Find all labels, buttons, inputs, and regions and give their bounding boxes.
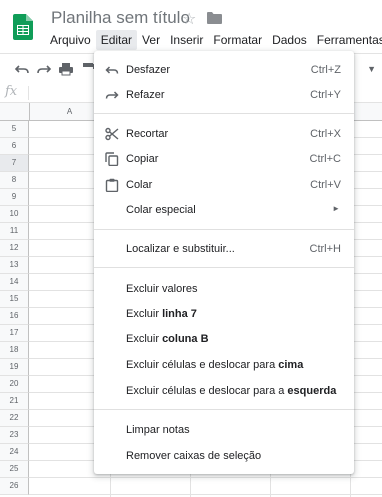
redo-icon[interactable]: [36, 61, 52, 77]
clipboard-icon: [105, 178, 119, 192]
label-bold: coluna B: [162, 333, 209, 345]
menu-item-remover-caixas[interactable]: Remover caixas de seleção: [94, 444, 354, 468]
label-prefix: Excluir células e deslocar para: [126, 359, 279, 371]
menu-item-shortcut: Ctrl+Y: [310, 89, 341, 101]
menu-item-label: Excluir linha 7: [126, 308, 197, 320]
menu-separator: [94, 113, 354, 114]
row-header[interactable]: 12: [0, 240, 29, 257]
label-bold: linha 7: [162, 308, 197, 320]
menu-item-desfazer[interactable]: Desfazer Ctrl+Z: [94, 58, 354, 82]
formula-separator: [28, 86, 29, 100]
menu-item-shortcut: Ctrl+V: [310, 179, 341, 191]
submenu-arrow-icon: ►: [332, 204, 340, 213]
undo-icon: [105, 66, 119, 74]
row-header[interactable]: 9: [0, 189, 29, 206]
label-bold: esquerda: [287, 385, 337, 397]
menu-editar[interactable]: Editar: [95, 30, 138, 50]
menu-item-excluir-deslocar-esquerda[interactable]: Excluir células e deslocar para a esquer…: [94, 379, 354, 403]
menu-item-refazer[interactable]: Refazer Ctrl+Y: [94, 83, 354, 107]
label-prefix: Excluir: [126, 333, 163, 345]
row-header[interactable]: 17: [0, 325, 29, 342]
redo-icon: [105, 91, 119, 99]
menu-item-localizar-substituir[interactable]: Localizar e substituir... Ctrl+H: [94, 237, 354, 261]
fx-icon: fx: [5, 84, 18, 99]
row-gridline: [29, 494, 382, 495]
menu-item-colar[interactable]: Colar Ctrl+V: [94, 173, 354, 197]
menu-item-label: Excluir células e deslocar para a esquer…: [126, 385, 336, 397]
row-header[interactable]: 24: [0, 444, 29, 461]
row-header[interactable]: 25: [0, 461, 29, 478]
menu-item-label: Limpar notas: [126, 424, 190, 436]
select-all-corner[interactable]: [0, 103, 30, 120]
row-header[interactable]: 23: [0, 427, 29, 444]
row-header[interactable]: 6: [0, 138, 29, 155]
menu-item-label: Colar especial: [126, 204, 196, 216]
menu-item-label: Recortar: [126, 128, 169, 140]
row-header[interactable]: 10: [0, 206, 29, 223]
row-header[interactable]: 14: [0, 274, 29, 291]
menu-item-shortcut: Ctrl+H: [309, 243, 341, 255]
row-header[interactable]: 19: [0, 359, 29, 376]
menu-item-excluir-coluna[interactable]: Excluir coluna B: [94, 327, 354, 351]
menu-item-shortcut: Ctrl+C: [309, 153, 341, 165]
menu-bar: Arquivo Editar Ver Inserir Formatar Dado…: [45, 30, 382, 50]
menu-item-excluir-valores[interactable]: Excluir valores: [94, 277, 354, 301]
menu-separator: [94, 229, 354, 230]
menu-item-label: Remover caixas de seleção: [126, 450, 262, 462]
document-title[interactable]: Planilha sem título: [51, 8, 190, 28]
label-prefix: Excluir células e deslocar para a: [126, 385, 288, 397]
menu-inserir[interactable]: Inserir: [165, 30, 208, 50]
row-header[interactable]: 13: [0, 257, 29, 274]
menu-item-label: Excluir valores: [126, 283, 198, 295]
menu-item-label: Refazer: [126, 89, 165, 101]
row-header[interactable]: 26: [0, 478, 29, 495]
label-prefix: Excluir: [126, 308, 163, 320]
row-header[interactable]: 21: [0, 393, 29, 410]
edit-menu-dropdown: Desfazer Ctrl+Z Refazer Ctrl+Y Recortar …: [94, 51, 354, 474]
row-header[interactable]: 7: [0, 155, 29, 172]
menu-item-excluir-deslocar-cima[interactable]: Excluir células e deslocar para cima: [94, 353, 354, 377]
print-icon[interactable]: [58, 61, 74, 77]
menu-item-label: Colar: [126, 179, 153, 191]
row-header[interactable]: 15: [0, 291, 29, 308]
row-header[interactable]: 11: [0, 223, 29, 240]
menu-item-colar-especial[interactable]: Colar especial ►: [94, 198, 354, 222]
row-header[interactable]: 18: [0, 342, 29, 359]
label-bold: cima: [278, 359, 304, 371]
menu-item-excluir-linha[interactable]: Excluir linha 7: [94, 302, 354, 326]
menu-ver[interactable]: Ver: [137, 30, 165, 50]
menu-item-shortcut: Ctrl+Z: [310, 64, 341, 76]
menu-item-limpar-notas[interactable]: Limpar notas: [94, 418, 354, 442]
menu-ferramentas[interactable]: Ferramentas: [312, 30, 382, 50]
row-header[interactable]: 8: [0, 172, 29, 189]
menu-item-recortar[interactable]: Recortar Ctrl+X: [94, 122, 354, 146]
chevron-down-icon[interactable]: ▼: [367, 64, 376, 74]
copy-icon: [105, 152, 119, 166]
undo-icon[interactable]: [14, 61, 30, 77]
menu-item-label: Excluir células e deslocar para cima: [126, 359, 303, 371]
menu-item-copiar[interactable]: Copiar Ctrl+C: [94, 147, 354, 171]
row-header[interactable]: 5: [0, 121, 29, 138]
menu-item-label: Copiar: [126, 153, 159, 165]
folder-icon[interactable]: [207, 12, 222, 24]
sheets-logo-icon[interactable]: [13, 14, 33, 40]
menu-separator: [94, 267, 354, 268]
menu-arquivo[interactable]: Arquivo: [45, 30, 96, 50]
menu-item-label: Localizar e substituir...: [126, 243, 235, 255]
menu-dados[interactable]: Dados: [267, 30, 312, 50]
row-header[interactable]: 22: [0, 410, 29, 427]
app-header: Planilha sem título ☆ Arquivo Editar Ver…: [0, 0, 382, 52]
menu-item-label: Desfazer: [126, 64, 171, 76]
row-header[interactable]: 16: [0, 308, 29, 325]
row-gridline: [29, 477, 382, 478]
menu-item-label: Excluir coluna B: [126, 333, 209, 345]
menu-separator: [94, 409, 354, 410]
star-outline-icon[interactable]: ☆: [182, 9, 196, 29]
scissors-icon: [105, 127, 119, 141]
menu-formatar[interactable]: Formatar: [208, 30, 267, 50]
row-header[interactable]: 20: [0, 376, 29, 393]
menu-item-shortcut: Ctrl+X: [310, 128, 341, 140]
